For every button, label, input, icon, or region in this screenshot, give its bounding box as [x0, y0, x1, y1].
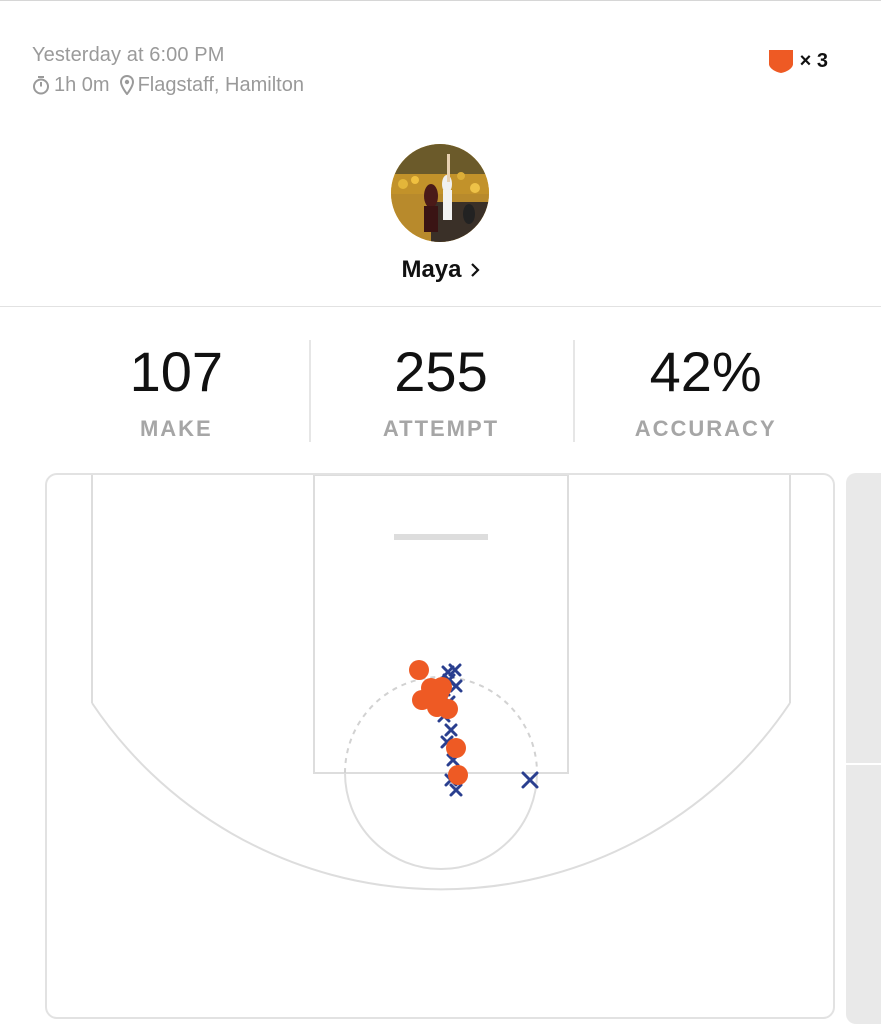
top-divider [0, 0, 881, 1]
attempt-value: 255 [394, 340, 488, 403]
badge-counter[interactable]: × 3 [768, 48, 828, 74]
stat-accuracy: 42% ACCURACY [573, 338, 838, 444]
player-row: Maya [0, 256, 881, 284]
shield-badge-icon [768, 50, 793, 73]
chevron-right-icon [470, 263, 480, 277]
court-diagram [91, 475, 791, 891]
side-card-divider [846, 763, 881, 765]
make-value: 107 [129, 340, 224, 403]
stat-attempt: 255 ATTEMPT [308, 338, 574, 444]
session-location: Flagstaff, Hamilton [137, 74, 304, 96]
session-detail-page: Yesterday at 6:00 PM 1h 0m Flagstaff, Ha… [0, 0, 881, 1024]
attempt-label: ATTEMPT [382, 416, 500, 441]
location-pin-icon [119, 75, 134, 95]
accuracy-value: 42% [649, 340, 762, 403]
session-meta: Yesterday at 6:00 PM 1h 0m Flagstaff, Ha… [32, 42, 304, 98]
free-throw-circle-bottom [344, 772, 538, 870]
session-info-row: 1h 0m Flagstaff, Hamilton [32, 72, 304, 98]
player-name: Maya [401, 256, 462, 283]
shot-chart[interactable] [45, 473, 835, 1019]
stat-make: 107 MAKE [44, 338, 309, 444]
stats-row: 107 MAKE 255 ATTEMPT 42% ACCURACY [44, 338, 838, 444]
stopwatch-icon [32, 75, 50, 95]
session-duration: 1h 0m [54, 74, 110, 96]
three-point-arc [91, 702, 791, 891]
paint-area [313, 475, 569, 774]
section-divider [0, 306, 881, 307]
badge-count: × 3 [799, 49, 828, 72]
player-link[interactable]: Maya [401, 256, 480, 284]
next-chart-card[interactable] [846, 473, 881, 1024]
session-time: Yesterday at 6:00 PM [32, 44, 225, 66]
player-avatar[interactable] [391, 144, 489, 242]
accuracy-label: ACCURACY [634, 416, 777, 441]
make-label: MAKE [139, 416, 213, 441]
make-marks [409, 660, 468, 785]
